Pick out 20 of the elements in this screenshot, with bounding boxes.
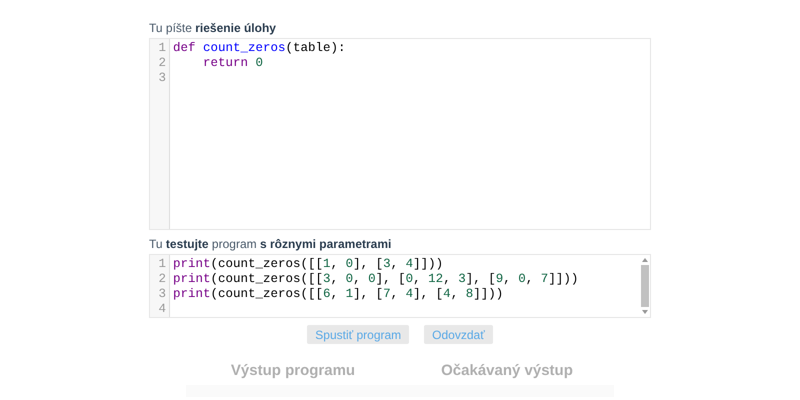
line-number: 2 (157, 272, 167, 287)
line-number: 1 (157, 257, 167, 272)
code-line: print(count_zeros([[6, 1], [7, 4], [4, 8]])) (173, 287, 504, 301)
code-line: print(count_zeros([[1, 0], [3, 4]])) (173, 257, 444, 271)
output-heading: Očakávaný výstup (441, 362, 573, 379)
code-line: print(count_zeros([[3, 0, 0], [0, 12, 3], [9, 0, 7]])) (173, 272, 578, 286)
line-number: 1 (157, 41, 167, 56)
code-line: def count_zeros(table): (173, 41, 346, 55)
line-number: 2 (157, 56, 167, 71)
line-number: 4 (157, 302, 167, 317)
line-number: 3 (157, 71, 167, 86)
code-editor[interactable]: 1 2 3 def count_zeros(table): return 0 (149, 38, 651, 230)
code-line: return 0 (202, 56, 264, 70)
line-number: 3 (157, 287, 167, 302)
scroll-down-icon[interactable] (641, 309, 649, 315)
section-label: Tu testujte program s rôznymi parametrami (149, 237, 392, 252)
section-label: Tu píšte riešenie úlohy (149, 21, 277, 36)
scroll-up-icon[interactable] (641, 257, 649, 263)
code-editor[interactable]: 1 2 3 4 print(count_zeros([[1, 0], [3, 4]])) print(count_zeros([[3, 0, 0], [0, 12, 3], [9, 0, 7]])) print(count_zeros([[6, 1], [7, 4], [4, 8]])) (149, 254, 651, 318)
output-heading: Výstup programu (230, 362, 356, 379)
